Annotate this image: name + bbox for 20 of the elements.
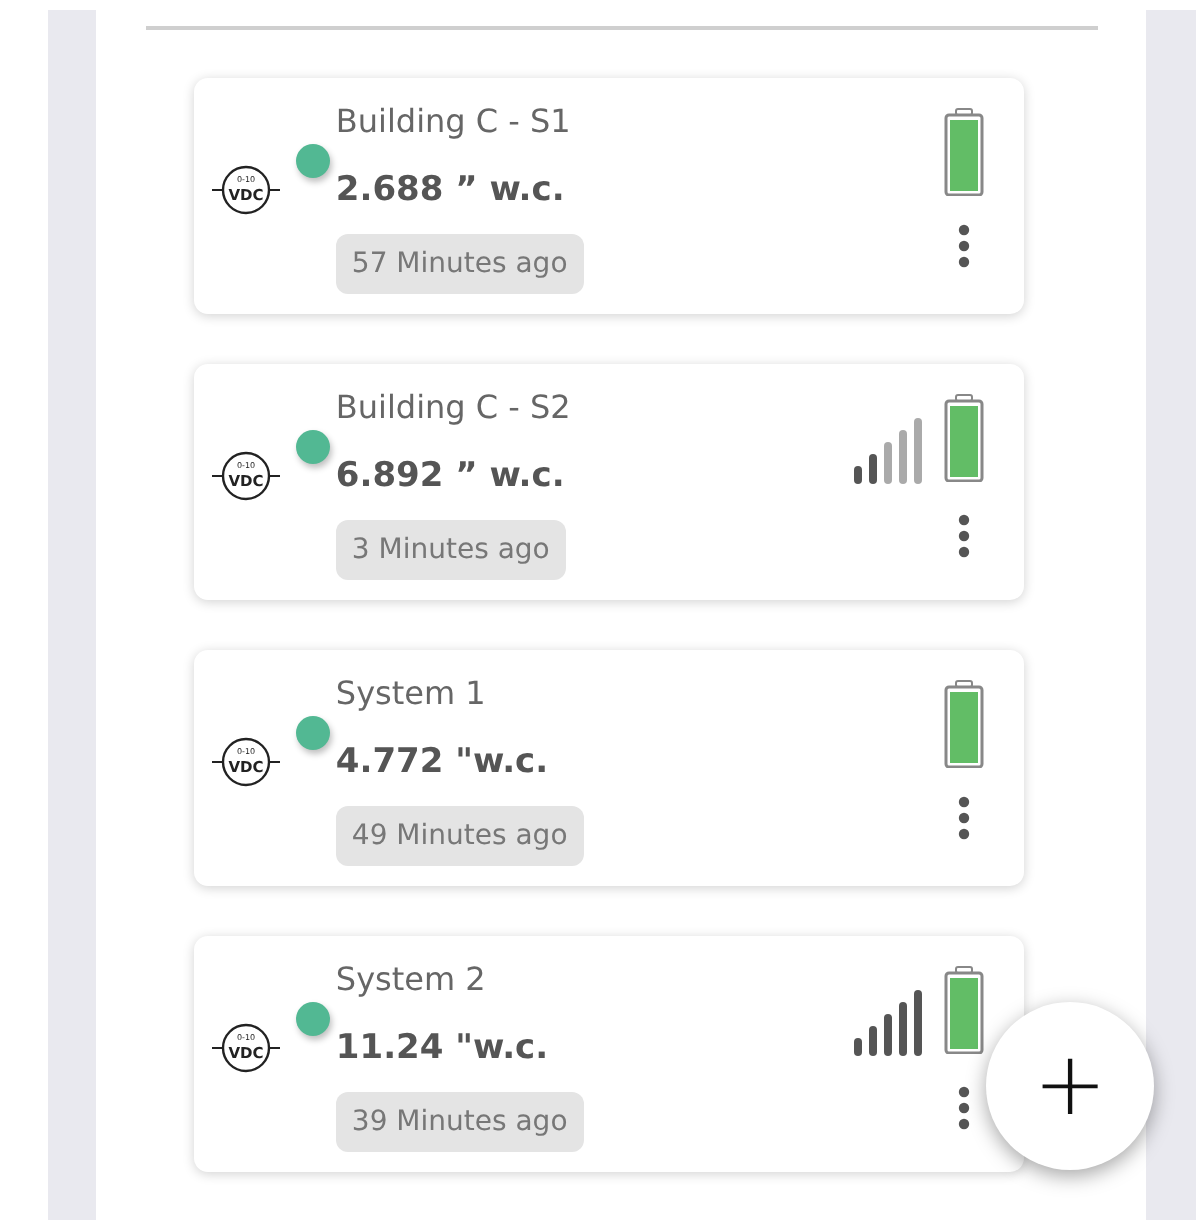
more-options-icon[interactable] <box>957 796 970 840</box>
updated-time: 39 Minutes ago <box>335 1092 584 1152</box>
battery-icon <box>943 680 984 768</box>
sensor-reading: 2.688 ” w.c. <box>335 168 567 214</box>
updated-time: 3 Minutes ago <box>335 520 566 580</box>
more-options-icon[interactable] <box>957 224 970 268</box>
more-options-icon[interactable] <box>957 514 970 558</box>
sensor-name: System 1 <box>335 672 488 716</box>
sensor-reading: 6.892 ” w.c. <box>335 454 567 500</box>
sensor-name: System 2 <box>335 958 488 1002</box>
more-options-icon[interactable] <box>957 1086 970 1130</box>
sensor-name: Building C - S1 <box>335 100 573 144</box>
updated-time: 49 Minutes ago <box>335 806 584 866</box>
battery-icon <box>943 966 984 1054</box>
sensor-name: Building C - S2 <box>335 386 573 430</box>
battery-icon <box>943 108 984 196</box>
updated-time: 57 Minutes ago <box>335 234 584 294</box>
battery-icon <box>943 394 984 482</box>
sensor-reading: 11.24 "w.c. <box>335 1026 551 1072</box>
sensor-reading: 4.772 "w.c. <box>335 740 551 786</box>
